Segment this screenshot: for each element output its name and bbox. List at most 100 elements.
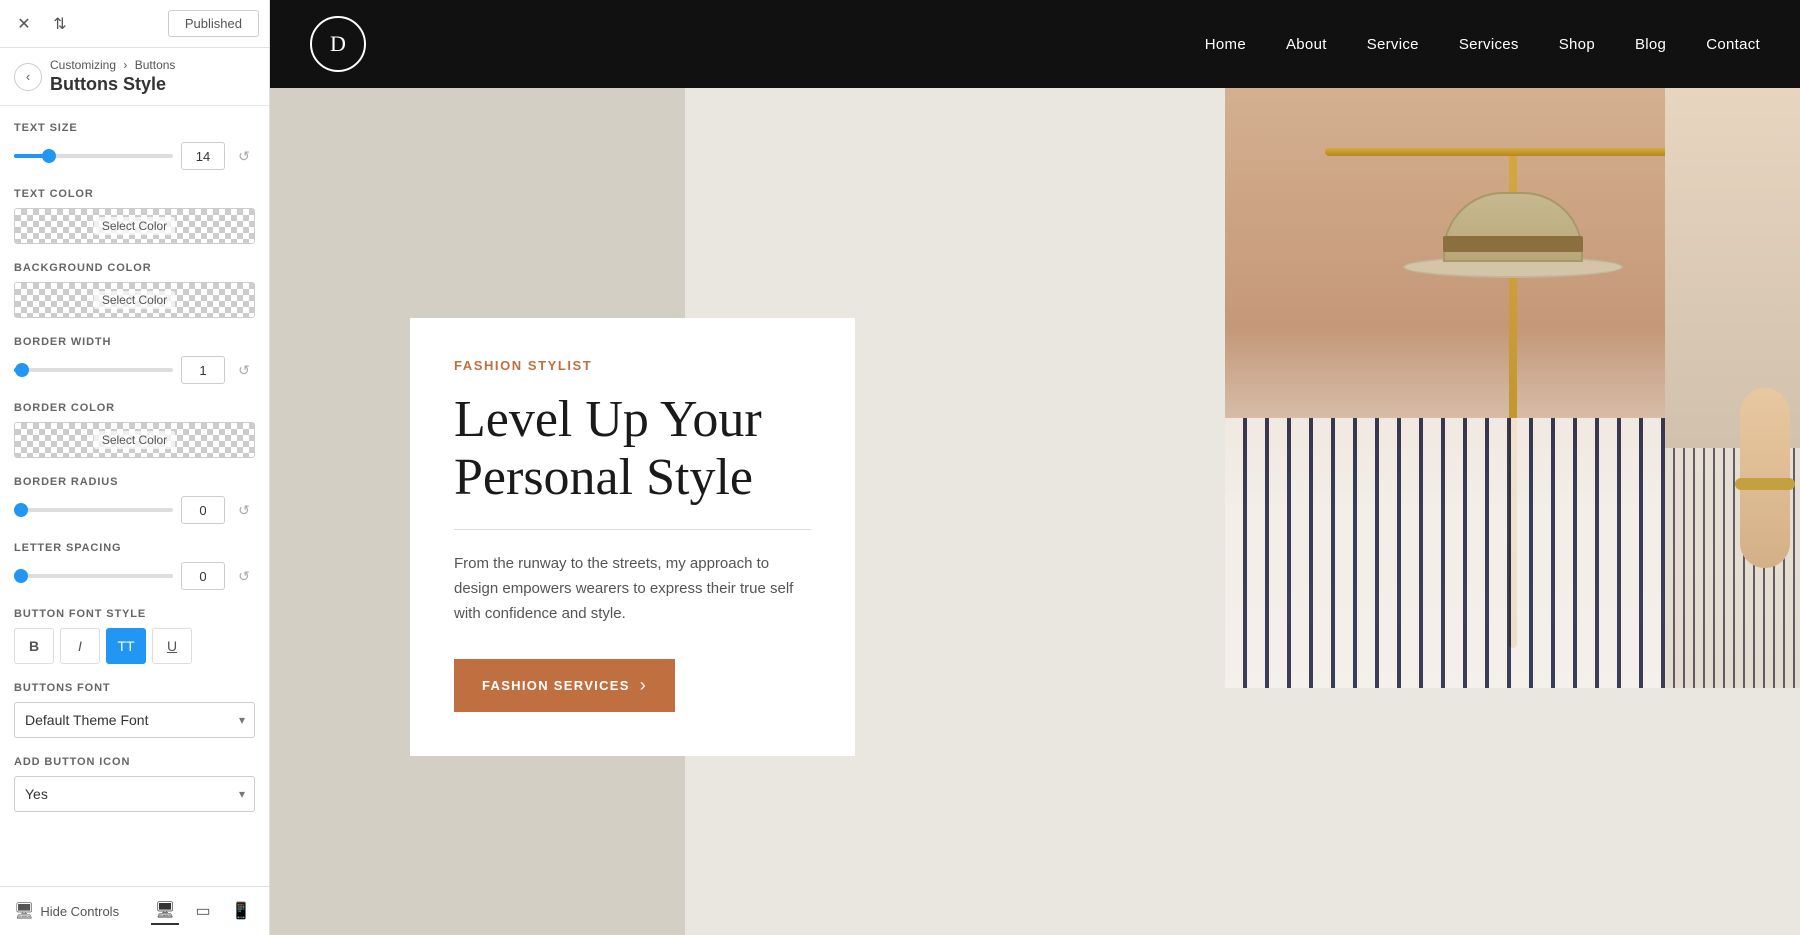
font-select[interactable]: Default Theme Font bbox=[14, 702, 255, 738]
italic-button[interactable]: I bbox=[60, 628, 100, 664]
nav-about[interactable]: About bbox=[1286, 36, 1327, 53]
add-icon-select[interactable]: Yes bbox=[14, 776, 255, 812]
border-color-picker[interactable]: Select Color bbox=[14, 422, 255, 458]
hero-section: FASHION STYLIST Level Up Your Personal S… bbox=[270, 88, 1800, 935]
font-style-row: B I TT U bbox=[14, 628, 255, 664]
breadcrumb-path: Customizing › Buttons bbox=[50, 58, 255, 72]
hat-container bbox=[1433, 188, 1593, 278]
main-preview: D Home About Service Services Shop Blog … bbox=[270, 0, 1800, 935]
buttons-font-label: BUTTONS FONT bbox=[14, 682, 255, 694]
page-title: Buttons Style bbox=[50, 74, 255, 95]
nav-services[interactable]: Services bbox=[1459, 36, 1519, 53]
hero-title: Level Up Your Personal Style bbox=[454, 391, 811, 507]
hat-band bbox=[1443, 236, 1583, 252]
controls-area: TEXT SIZE ↺ TEXT COLOR Select Color BACK… bbox=[0, 106, 269, 886]
bg-color-label: BACKGROUND COLOR bbox=[14, 262, 255, 274]
breadcrumb-section[interactable]: Buttons bbox=[135, 58, 176, 72]
bold-button[interactable]: B bbox=[14, 628, 54, 664]
border-radius-input[interactable] bbox=[181, 496, 225, 524]
underline-button[interactable]: U bbox=[152, 628, 192, 664]
letter-spacing-slider-row: ↺ bbox=[14, 562, 255, 590]
cta-arrow-icon: › bbox=[640, 675, 647, 696]
nav-service[interactable]: Service bbox=[1367, 36, 1419, 53]
hero-title-line1: Level Up Your bbox=[454, 391, 762, 448]
tablet-icon[interactable]: ▭ bbox=[189, 897, 217, 925]
text-size-slider-row: ↺ bbox=[14, 142, 255, 170]
border-color-group: BORDER COLOR Select Color bbox=[14, 402, 255, 458]
border-radius-thumb bbox=[14, 503, 28, 517]
border-radius-label: BORDER RADIUS bbox=[14, 476, 255, 488]
text-size-thumb bbox=[42, 149, 56, 163]
border-radius-track[interactable] bbox=[14, 508, 173, 512]
site-logo: D bbox=[310, 16, 366, 72]
border-width-label: BORDER WIDTH bbox=[14, 336, 255, 348]
hero-content-card: FASHION STYLIST Level Up Your Personal S… bbox=[410, 318, 855, 756]
nav-home[interactable]: Home bbox=[1205, 36, 1246, 53]
text-color-picker[interactable]: Select Color bbox=[14, 208, 255, 244]
border-radius-group: BORDER RADIUS ↺ bbox=[14, 476, 255, 524]
bg-color-picker[interactable]: Select Color bbox=[14, 282, 255, 318]
mobile-icon[interactable]: 📱 bbox=[227, 897, 255, 925]
bg-color-select-label: Select Color bbox=[94, 291, 175, 309]
text-size-group: TEXT SIZE ↺ bbox=[14, 122, 255, 170]
monitor-icon: 🖥 bbox=[14, 901, 34, 921]
nav-contact[interactable]: Contact bbox=[1706, 36, 1760, 53]
text-size-track[interactable] bbox=[14, 154, 173, 158]
nav-blog[interactable]: Blog bbox=[1635, 36, 1666, 53]
text-color-label: TEXT COLOR bbox=[14, 188, 255, 200]
font-style-label: BUTTON FONT STYLE bbox=[14, 608, 255, 620]
border-width-thumb bbox=[15, 363, 29, 377]
left-panel: ✕ ⇅ Published ‹ Customizing › Buttons Bu… bbox=[0, 0, 270, 935]
letter-spacing-group: LETTER SPACING ↺ bbox=[14, 542, 255, 590]
border-width-track[interactable] bbox=[14, 368, 173, 372]
bg-color-group: BACKGROUND COLOR Select Color bbox=[14, 262, 255, 318]
nav-links: Home About Service Services Shop Blog Co… bbox=[1205, 36, 1760, 53]
breadcrumb-arrow: › bbox=[123, 58, 127, 72]
font-select-wrapper: Default Theme Font ▾ bbox=[14, 702, 255, 738]
text-size-reset[interactable]: ↺ bbox=[233, 145, 255, 167]
fashion-label: FASHION STYLIST bbox=[454, 358, 811, 373]
border-width-reset[interactable]: ↺ bbox=[233, 359, 255, 381]
swap-icon[interactable]: ⇅ bbox=[46, 10, 74, 38]
add-icon-select-wrapper: Yes ▾ bbox=[14, 776, 255, 812]
close-icon[interactable]: ✕ bbox=[10, 10, 38, 38]
hero-description: From the runway to the streets, my appro… bbox=[454, 552, 811, 626]
font-style-group: BUTTON FONT STYLE B I TT U bbox=[14, 608, 255, 664]
hero-divider bbox=[454, 529, 811, 530]
bracelet bbox=[1735, 478, 1795, 490]
text-size-label: TEXT SIZE bbox=[14, 122, 255, 134]
text-color-group: TEXT COLOR Select Color bbox=[14, 188, 255, 244]
side-photo bbox=[1665, 88, 1800, 688]
breadcrumb-area: ‹ Customizing › Buttons Buttons Style bbox=[0, 48, 269, 106]
letter-spacing-input[interactable] bbox=[181, 562, 225, 590]
letter-spacing-track[interactable] bbox=[14, 574, 173, 578]
cta-button[interactable]: FASHION SERVICES › bbox=[454, 659, 675, 712]
back-button[interactable]: ‹ bbox=[14, 63, 42, 91]
hide-controls-label: Hide Controls bbox=[40, 904, 119, 919]
uppercase-button[interactable]: TT bbox=[106, 628, 146, 664]
breadcrumb-customizing[interactable]: Customizing bbox=[50, 58, 116, 72]
hide-controls-button[interactable]: 🖥 Hide Controls bbox=[14, 901, 119, 921]
border-radius-reset[interactable]: ↺ bbox=[233, 499, 255, 521]
preview-nav: D Home About Service Services Shop Blog … bbox=[270, 0, 1800, 88]
breadcrumb-text: Customizing › Buttons Buttons Style bbox=[50, 58, 255, 95]
border-color-select-label: Select Color bbox=[94, 431, 175, 449]
desktop-icon[interactable]: 🖥 bbox=[151, 897, 179, 925]
buttons-font-group: BUTTONS FONT Default Theme Font ▾ bbox=[14, 682, 255, 738]
top-bar: ✕ ⇅ Published bbox=[0, 0, 269, 48]
border-width-slider-row: ↺ bbox=[14, 356, 255, 384]
cta-button-label: FASHION SERVICES bbox=[482, 678, 630, 693]
text-size-input[interactable] bbox=[181, 142, 225, 170]
letter-spacing-thumb bbox=[14, 569, 28, 583]
letter-spacing-reset[interactable]: ↺ bbox=[233, 565, 255, 587]
nav-shop[interactable]: Shop bbox=[1559, 36, 1595, 53]
border-color-label: BORDER COLOR bbox=[14, 402, 255, 414]
letter-spacing-label: LETTER SPACING bbox=[14, 542, 255, 554]
bottom-bar: 🖥 Hide Controls 🖥 ▭ 📱 bbox=[0, 886, 269, 935]
border-width-input[interactable] bbox=[181, 356, 225, 384]
border-width-group: BORDER WIDTH ↺ bbox=[14, 336, 255, 384]
published-button[interactable]: Published bbox=[168, 10, 259, 37]
hero-title-line2: Personal Style bbox=[454, 449, 753, 506]
border-radius-slider-row: ↺ bbox=[14, 496, 255, 524]
device-icons: 🖥 ▭ 📱 bbox=[151, 897, 255, 925]
